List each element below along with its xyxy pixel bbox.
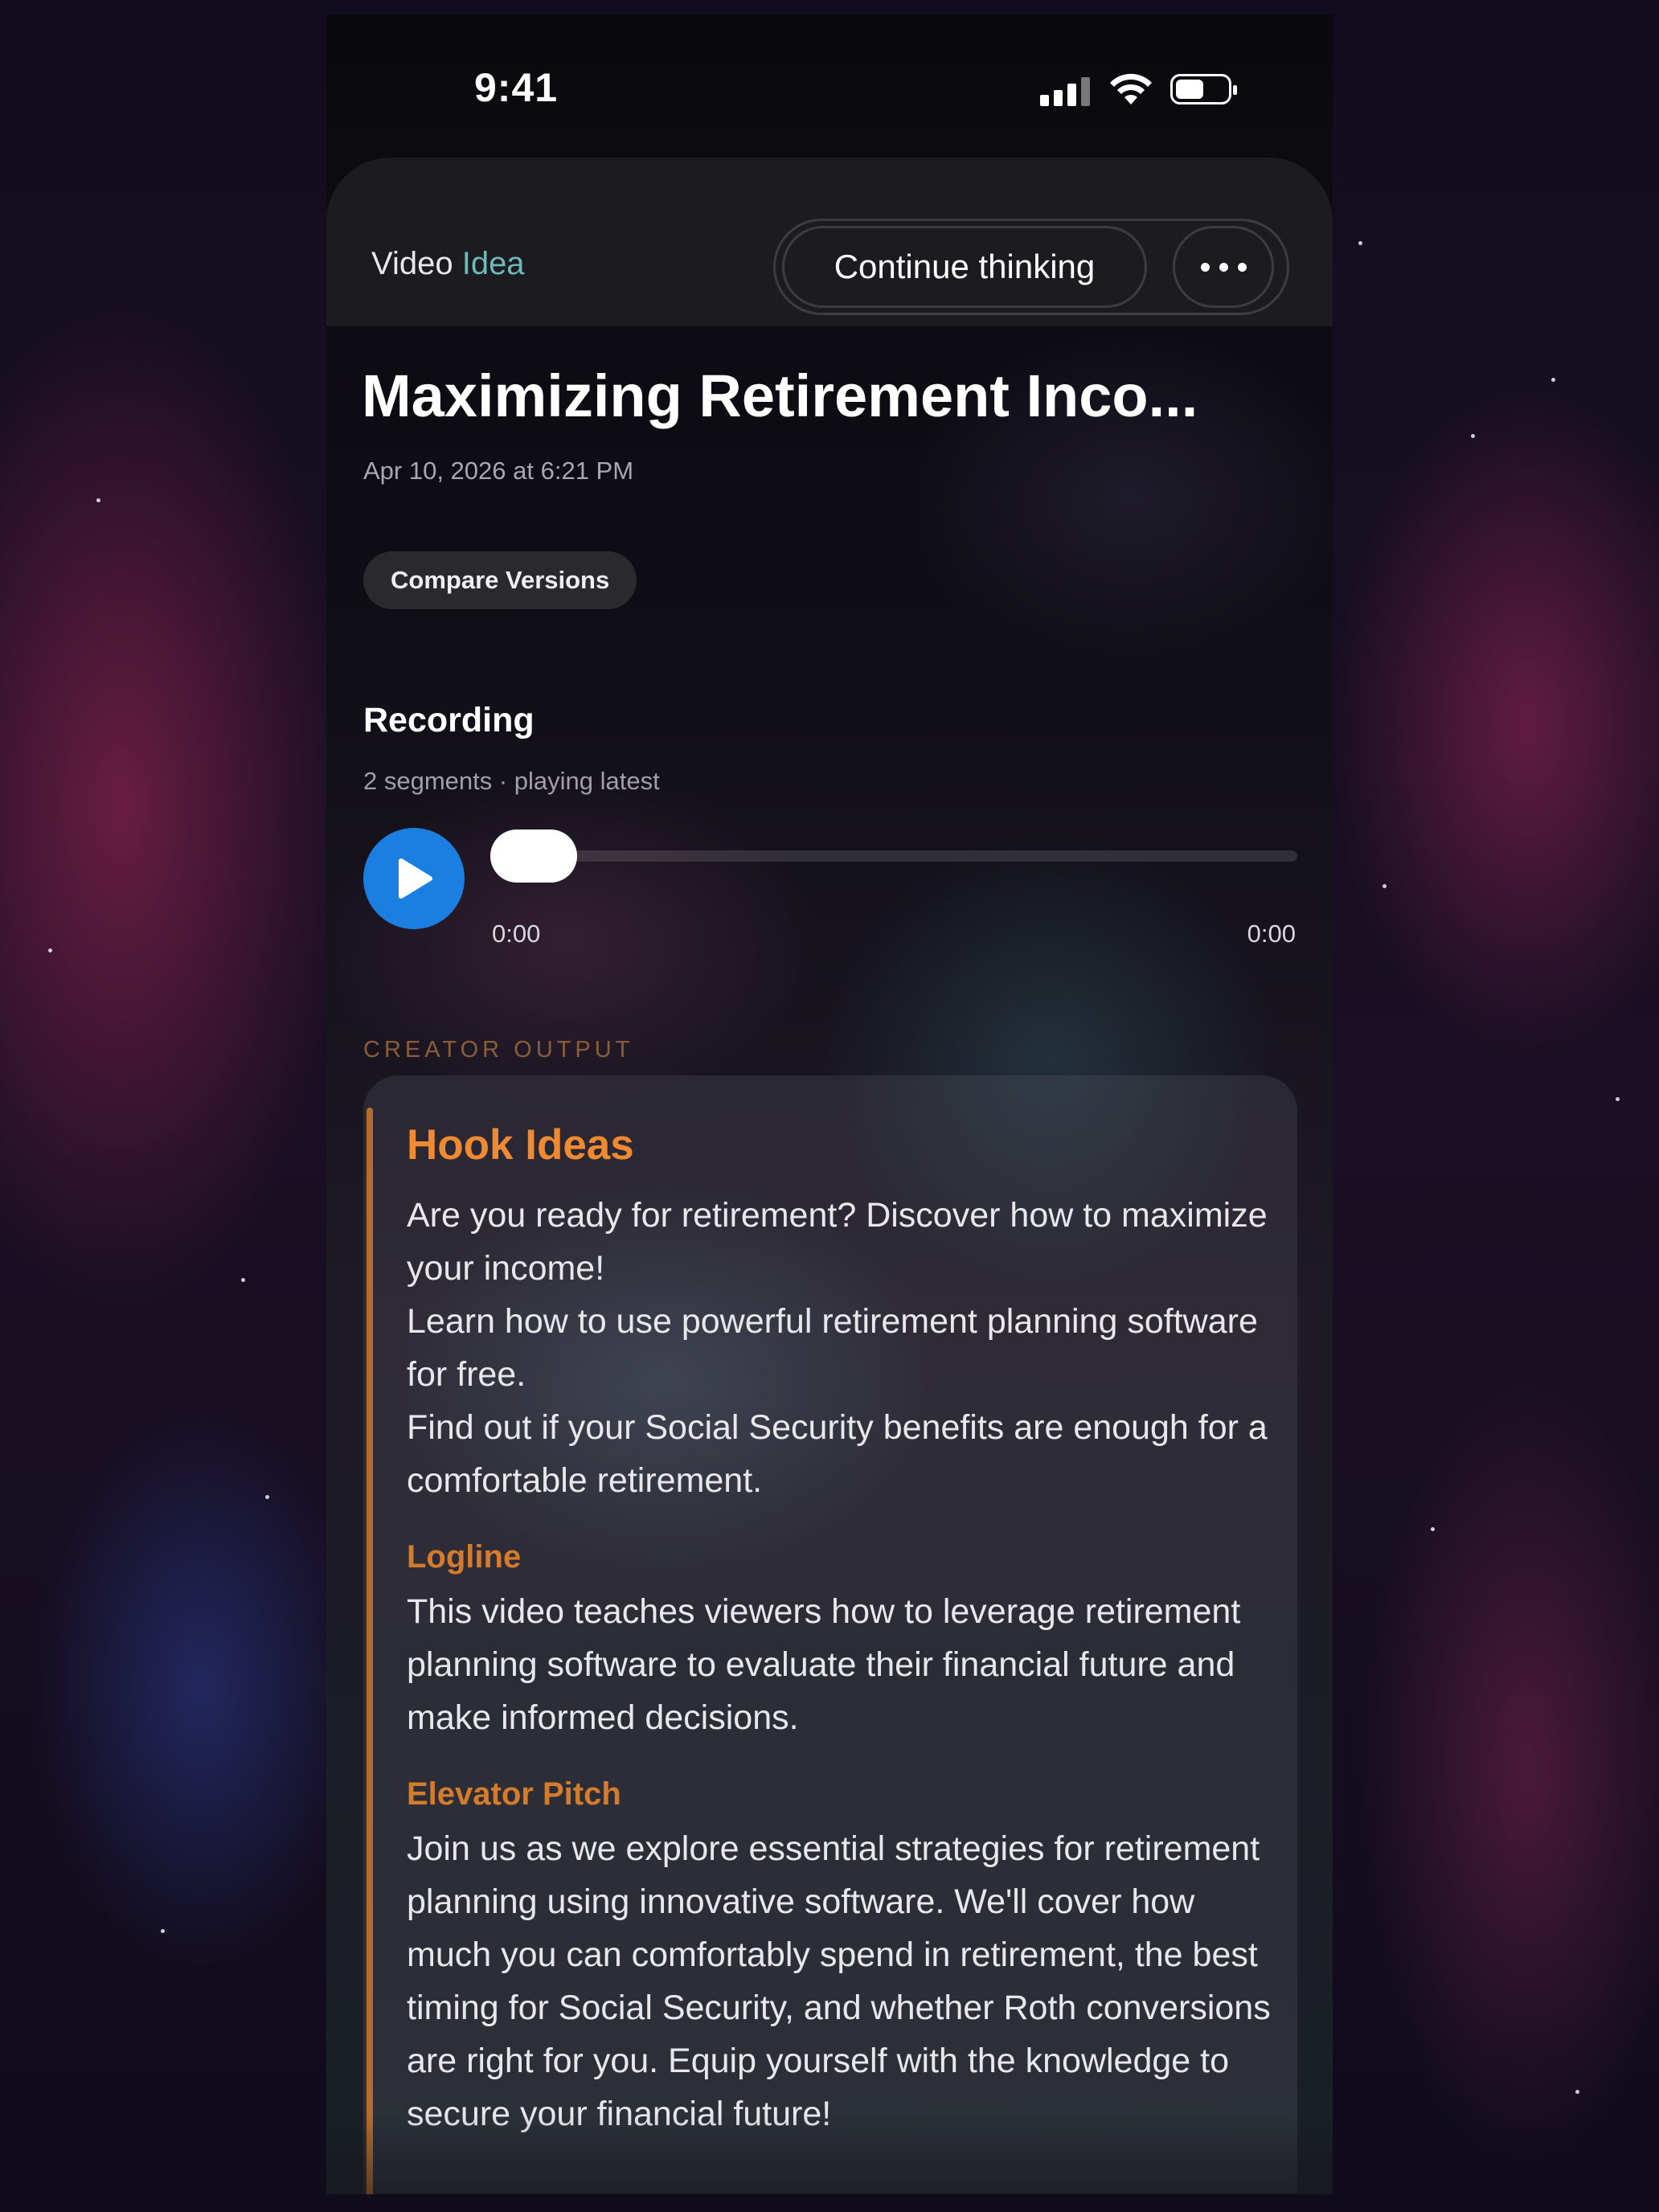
hook-ideas-heading: Hook Ideas — [407, 1121, 634, 1169]
hook-item: Are you ready for retirement? Discover h… — [407, 1196, 1268, 1288]
nav-title: Video Idea — [371, 246, 525, 282]
status-time: 9:41 — [474, 65, 559, 110]
continue-thinking-button[interactable]: Continue thinking — [782, 226, 1147, 308]
cellular-signal-icon — [1040, 77, 1090, 106]
recording-heading: Recording — [363, 701, 535, 739]
playback-scrubber[interactable] — [490, 830, 577, 883]
battery-icon — [1170, 74, 1237, 104]
creator-output-label: CREATOR OUTPUT — [363, 1037, 634, 1063]
elevator-pitch-text: Join us as we explore essential strategi… — [407, 1829, 1271, 2133]
bottom-fade — [326, 2114, 1333, 2194]
playback-track[interactable] — [490, 850, 1297, 862]
play-button[interactable] — [363, 828, 465, 929]
idea-date: Apr 10, 2026 at 6:21 PM — [363, 457, 634, 485]
hook-item: Find out if your Social Security benefit… — [407, 1408, 1268, 1500]
duration: 0:00 — [1247, 920, 1296, 948]
nav-title-prefix: Video — [371, 246, 462, 281]
logline-heading: Logline — [407, 1539, 522, 1575]
recording-subtitle: 2 segments · playing latest — [363, 767, 660, 795]
header-actions: Continue thinking — [773, 219, 1289, 315]
nav-title-accent: Idea — [461, 246, 525, 281]
compare-versions-button[interactable]: Compare Versions — [363, 551, 637, 609]
more-options-button[interactable] — [1173, 226, 1274, 308]
phone-screen: 9:41 Video Idea Continue thinking Maximi… — [326, 14, 1333, 2194]
header-card: Video Idea Continue thinking — [326, 158, 1333, 326]
ellipsis-icon — [1200, 262, 1210, 272]
logline-text: This video teaches viewers how to levera… — [407, 1592, 1241, 1737]
status-bar: 9:41 — [326, 14, 1333, 159]
accent-bar — [367, 1108, 373, 2194]
current-time: 0:00 — [492, 920, 541, 948]
elevator-pitch-heading: Elevator Pitch — [407, 1776, 621, 1812]
creator-output-content: Hook Ideas Are you ready for retirement?… — [407, 1120, 1275, 2140]
play-icon — [399, 858, 432, 899]
idea-title: Maximizing Retirement Inco... — [362, 363, 1198, 429]
wifi-icon — [1110, 73, 1152, 104]
hook-item: Learn how to use powerful retirement pla… — [407, 1302, 1258, 1394]
